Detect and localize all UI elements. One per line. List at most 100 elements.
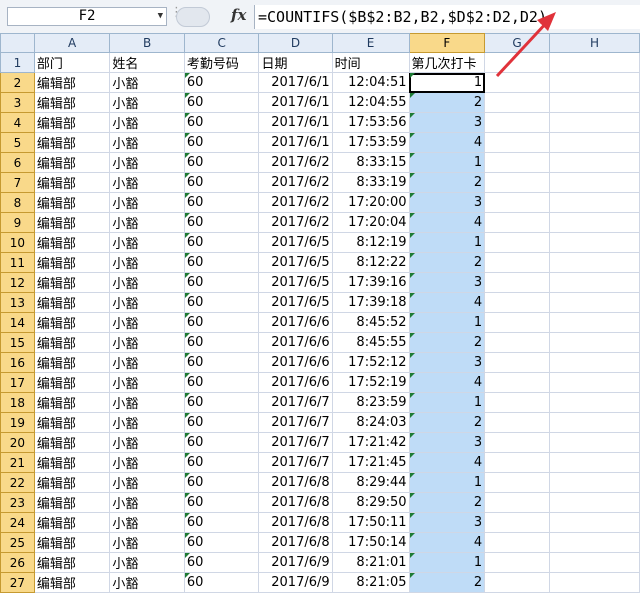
code-cell[interactable]: 60 [183,132,260,153]
name-cell[interactable]: 小豁 [109,472,185,493]
row-header[interactable]: 22 [0,472,35,493]
time-cell[interactable]: 17:50:11 [331,512,410,533]
column-header-d[interactable]: D [258,33,333,53]
name-cell[interactable]: 小豁 [109,492,185,513]
name-cell[interactable]: 小豁 [109,572,185,593]
time-cell[interactable]: 8:21:01 [331,552,410,573]
name-cell[interactable]: 小豁 [109,92,185,113]
empty-cell[interactable] [549,572,640,593]
empty-cell[interactable] [549,492,640,513]
count-cell[interactable]: 2 [408,572,486,593]
count-cell[interactable]: 4 [408,452,486,473]
row-header[interactable]: 23 [0,492,35,513]
code-cell[interactable]: 60 [183,252,260,273]
empty-cell[interactable] [549,192,640,213]
name-cell[interactable]: 小豁 [109,452,185,473]
name-cell[interactable]: 小豁 [109,312,185,333]
empty-cell[interactable] [549,452,640,473]
row-header[interactable]: 10 [0,232,35,253]
empty-cell[interactable] [549,512,640,533]
count-cell[interactable]: 2 [408,92,486,113]
empty-cell[interactable] [484,152,551,173]
date-cell[interactable]: 2017/6/9 [258,552,333,573]
date-cell[interactable]: 2017/6/5 [258,232,333,253]
row-header[interactable]: 21 [0,452,35,473]
time-cell[interactable]: 12:04:55 [331,92,410,113]
code-cell[interactable]: 60 [183,472,260,493]
empty-cell[interactable] [484,372,551,393]
row-header[interactable]: 19 [0,412,35,433]
dept-cell[interactable]: 编辑部 [33,272,111,293]
count-cell[interactable]: 1 [408,232,486,253]
time-cell[interactable]: 8:12:22 [331,252,410,273]
empty-cell[interactable] [484,92,551,113]
count-cell[interactable]: 4 [408,532,486,553]
count-cell[interactable]: 1 [408,392,486,413]
dept-cell[interactable]: 编辑部 [33,172,111,193]
empty-cell[interactable] [549,552,640,573]
empty-cell[interactable] [549,92,640,113]
dept-cell[interactable]: 编辑部 [33,452,111,473]
empty-cell[interactable] [484,272,551,293]
code-cell[interactable]: 60 [183,492,260,513]
empty-cell[interactable] [549,312,640,333]
dept-cell[interactable]: 编辑部 [33,112,111,133]
date-cell[interactable]: 2017/6/6 [258,372,333,393]
empty-cell[interactable] [484,252,551,273]
name-cell[interactable]: 小豁 [109,392,185,413]
row-header[interactable]: 9 [0,212,35,233]
date-cell[interactable]: 2017/6/2 [258,212,333,233]
date-cell[interactable]: 2017/6/8 [258,472,333,493]
row-header[interactable]: 18 [0,392,35,413]
dept-cell[interactable]: 编辑部 [33,292,111,313]
code-cell[interactable]: 60 [183,212,260,233]
name-cell[interactable]: 小豁 [109,532,185,553]
dept-cell[interactable]: 编辑部 [33,352,111,373]
empty-cell[interactable] [484,392,551,413]
empty-cell[interactable] [549,232,640,253]
time-cell[interactable]: 17:52:19 [331,372,410,393]
count-cell[interactable]: 2 [408,172,486,193]
row-header[interactable]: 17 [0,372,35,393]
formula-input[interactable]: =COUNTIFS($B$2:B2,B2,$D$2:D2,D2) [254,5,640,29]
code-cell[interactable]: 60 [183,452,260,473]
row-header[interactable]: 15 [0,332,35,353]
time-cell[interactable]: 8:23:59 [331,392,410,413]
date-cell[interactable]: 2017/6/5 [258,292,333,313]
code-cell[interactable]: 60 [183,292,260,313]
column-header-h[interactable]: H [549,33,640,53]
empty-cell[interactable] [484,572,551,593]
name-cell[interactable]: 小豁 [109,132,185,153]
name-cell[interactable]: 小豁 [109,412,185,433]
date-cell[interactable]: 2017/6/6 [258,352,333,373]
row-header[interactable]: 13 [0,292,35,313]
dept-cell[interactable]: 编辑部 [33,572,111,593]
time-cell[interactable]: 8:45:55 [331,332,410,353]
time-cell[interactable]: 17:50:14 [331,532,410,553]
dept-cell[interactable]: 编辑部 [33,192,111,213]
count-cell[interactable]: 3 [408,192,486,213]
name-cell[interactable]: 小豁 [109,292,185,313]
time-cell[interactable]: 17:39:16 [331,272,410,293]
row-header[interactable]: 11 [0,252,35,273]
column-header-b[interactable]: B [109,33,185,53]
name-cell[interactable]: 小豁 [109,212,185,233]
empty-cell[interactable] [484,112,551,133]
row-header[interactable]: 12 [0,272,35,293]
dept-cell[interactable]: 编辑部 [33,472,111,493]
time-cell[interactable]: 8:21:05 [331,572,410,593]
time-cell[interactable]: 8:45:52 [331,312,410,333]
empty-cell[interactable] [549,432,640,453]
formula-bar-collapse-button[interactable] [176,7,210,27]
row-header[interactable]: 7 [0,172,35,193]
name-cell[interactable]: 小豁 [109,332,185,353]
count-cell[interactable]: 3 [408,352,486,373]
date-cell[interactable]: 2017/6/7 [258,392,333,413]
select-all-corner[interactable] [0,33,35,53]
empty-cell[interactable] [549,332,640,353]
time-cell[interactable]: 17:20:00 [331,192,410,213]
date-cell[interactable]: 2017/6/6 [258,332,333,353]
row-header[interactable]: 14 [0,312,35,333]
count-cell[interactable]: 4 [408,132,486,153]
name-cell[interactable]: 小豁 [109,512,185,533]
